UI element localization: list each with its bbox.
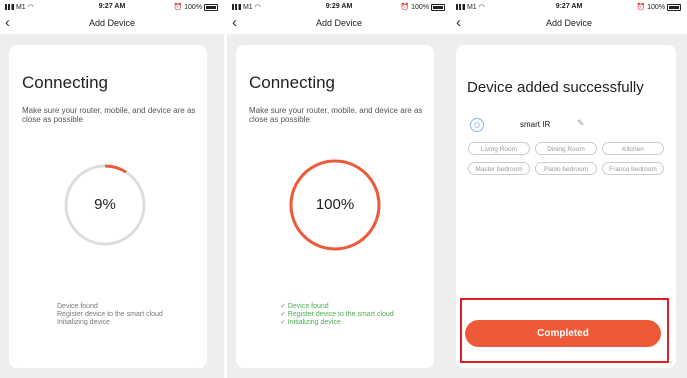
room-chip-dining-room[interactable]: Dining Room bbox=[535, 142, 597, 155]
phone-screen-connecting-9: M1 ◠ 9:27 AM ⏰ 100% ‹ Add Device Connect… bbox=[0, 0, 224, 378]
battery-status: ⏰ 100% bbox=[636, 3, 681, 11]
progress-percent: 9% bbox=[94, 196, 116, 213]
device-icon bbox=[470, 118, 484, 132]
step-item: Register device to the smart cloud bbox=[57, 311, 163, 318]
alarm-icon: ⏰ bbox=[400, 4, 410, 11]
battery-icon bbox=[204, 3, 218, 11]
battery-icon bbox=[667, 3, 681, 11]
battery-status: ⏰ 100% bbox=[400, 3, 445, 11]
battery-icon bbox=[431, 3, 445, 11]
battery-percent: 100% bbox=[647, 4, 666, 11]
connecting-card: Connecting Make sure your router, mobile… bbox=[9, 45, 207, 368]
room-chip-master-bedroom[interactable]: Master bedroom bbox=[468, 162, 530, 175]
battery-percent: 100% bbox=[411, 4, 430, 11]
connecting-heading: Connecting bbox=[249, 73, 336, 92]
device-row: smart IR ✎ bbox=[470, 118, 620, 134]
edit-pencil-icon[interactable]: ✎ bbox=[577, 118, 585, 129]
device-name: smart IR bbox=[520, 120, 551, 129]
nav-bar: ‹ Add Device bbox=[451, 14, 687, 34]
alarm-icon: ⏰ bbox=[636, 4, 646, 11]
connecting-heading: Connecting bbox=[22, 73, 109, 92]
page-title: Add Device bbox=[545, 18, 593, 28]
room-chip-living-room[interactable]: Living Room bbox=[468, 142, 530, 155]
step-list: ✓ Device found ✓ Register device to the … bbox=[280, 303, 394, 327]
step-item: ✓ Initializing device bbox=[280, 319, 341, 326]
battery-status: ⏰ 100% bbox=[173, 3, 218, 11]
progress-percent: 100% bbox=[315, 196, 355, 213]
connecting-description: Make sure your router, mobile, and devic… bbox=[249, 106, 423, 124]
status-bar: M1 ◠ 9:29 AM ⏰ 100% bbox=[227, 0, 451, 14]
status-bar: M1 ◠ 9:27 AM ⏰ 100% bbox=[451, 0, 687, 14]
step-item: ✓ Device found bbox=[280, 303, 329, 310]
alarm-icon: ⏰ bbox=[173, 4, 183, 11]
room-chip-kitchen[interactable]: Kitchen bbox=[602, 142, 664, 155]
page-title: Add Device bbox=[88, 18, 136, 28]
connecting-description: Make sure your router, mobile, and devic… bbox=[22, 106, 196, 124]
step-item: Initializing device bbox=[57, 319, 110, 326]
step-list: Device found Register device to the smar… bbox=[57, 303, 163, 327]
step-item: Device found bbox=[57, 303, 98, 310]
room-chip-franco-bedroom[interactable]: Franco bedroom bbox=[602, 162, 664, 175]
page-title: Add Device bbox=[315, 18, 363, 28]
nav-bar: ‹ Add Device bbox=[0, 14, 224, 34]
success-heading: Device added successfully bbox=[467, 79, 644, 96]
nav-bar: ‹ Add Device bbox=[227, 14, 451, 34]
connecting-card: Connecting Make sure your router, mobile… bbox=[236, 45, 434, 368]
battery-percent: 100% bbox=[184, 4, 203, 11]
highlight-box bbox=[460, 298, 669, 363]
step-item: ✓ Register device to the smart cloud bbox=[280, 311, 394, 318]
status-bar: M1 ◠ 9:27 AM ⏰ 100% bbox=[0, 0, 224, 14]
phone-screen-connecting-100: M1 ◠ 9:29 AM ⏰ 100% ‹ Add Device Connect… bbox=[227, 0, 451, 378]
room-chip-paolo-bedroom[interactable]: Paolo bedroom bbox=[535, 162, 597, 175]
